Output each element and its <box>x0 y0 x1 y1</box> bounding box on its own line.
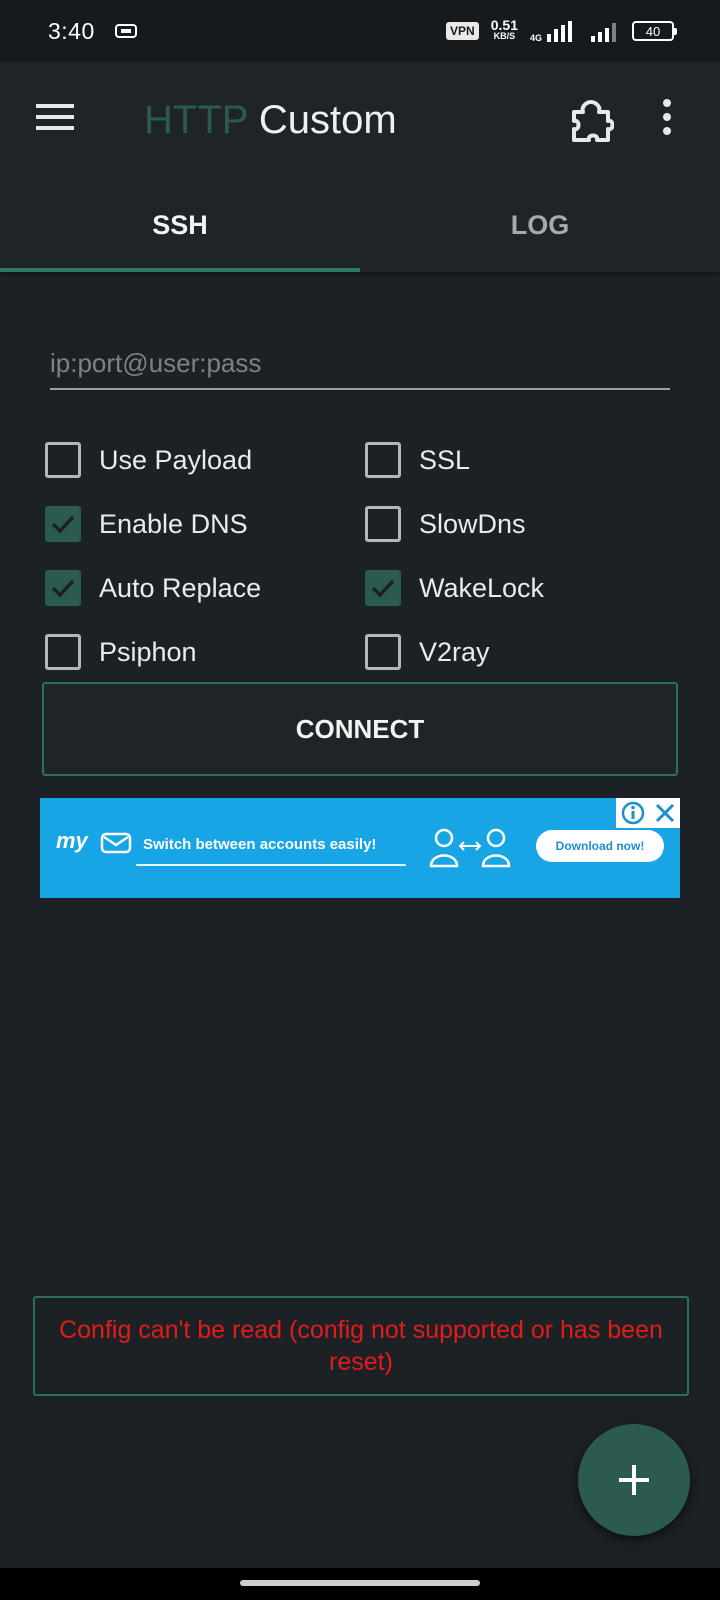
tab-ssh[interactable]: SSH <box>0 178 360 272</box>
home-gesture-handle[interactable] <box>240 1580 480 1586</box>
options-row: Psiphon V2ray <box>45 620 685 684</box>
close-icon[interactable] <box>654 802 676 824</box>
wakelock-checkbox[interactable] <box>365 570 401 606</box>
tab-indicator <box>0 268 360 272</box>
connect-button[interactable]: CONNECT <box>42 682 678 776</box>
use-payload-label: Use Payload <box>99 444 253 475</box>
menu-icon[interactable] <box>36 102 76 132</box>
tab-log[interactable]: LOG <box>360 178 720 272</box>
option-ssl[interactable]: SSL <box>365 442 685 478</box>
options-row: Auto Replace WakeLock <box>45 556 685 620</box>
options-grid: Use Payload SSL Enable DNS SlowDns Auto … <box>45 428 685 684</box>
option-slowdns[interactable]: SlowDns <box>365 506 685 542</box>
enable-dns-label: Enable DNS <box>99 508 248 539</box>
ad-controls <box>616 798 680 828</box>
ad-download-button[interactable]: Download now! <box>536 830 664 862</box>
switch-accounts-icon <box>429 828 511 868</box>
app-bar: HTTP Custom <box>0 62 720 178</box>
ad-underline <box>136 864 406 866</box>
speed-value: 0.51 <box>490 17 518 33</box>
option-auto-replace[interactable]: Auto Replace <box>45 570 365 606</box>
add-config-button[interactable] <box>578 1424 690 1536</box>
options-row: Use Payload SSL <box>45 428 685 492</box>
screen: 3:40 VPN 0.51 KB/S 4G 40 HTTP Custom SSH… <box>0 0 720 1600</box>
ad-logo: my <box>56 828 88 853</box>
status-time: 3:40 <box>48 17 95 44</box>
use-payload-checkbox[interactable] <box>45 442 81 478</box>
slowdns-checkbox[interactable] <box>365 506 401 542</box>
more-options-icon[interactable] <box>660 98 674 138</box>
ssl-checkbox[interactable] <box>365 442 401 478</box>
psiphon-label: Psiphon <box>99 636 197 667</box>
battery-icon: 40 <box>632 21 677 41</box>
check-icon <box>51 515 75 534</box>
signal-icon <box>547 21 572 42</box>
tab-bar: SSH LOG <box>0 178 720 272</box>
puzzle-icon[interactable] <box>568 98 614 144</box>
ad-banner[interactable]: my Switch between accounts easily! Downl… <box>40 798 680 898</box>
network-type: 4G <box>529 33 542 43</box>
cast-icon <box>114 24 137 38</box>
options-row: Enable DNS SlowDns <box>45 492 685 556</box>
app-title-accent: HTTP <box>144 98 248 142</box>
speed-unit: KB/S <box>493 31 516 41</box>
auto-replace-checkbox[interactable] <box>45 570 81 606</box>
option-enable-dns[interactable]: Enable DNS <box>45 506 365 542</box>
app-title: HTTP Custom <box>144 96 397 144</box>
signal-icon-secondary <box>591 23 616 42</box>
vpn-badge: VPN <box>446 22 479 40</box>
wakelock-label: WakeLock <box>419 572 545 603</box>
tab-log-label: LOG <box>510 209 570 240</box>
error-message: Config can't be read (config not support… <box>59 1316 663 1376</box>
auto-replace-label: Auto Replace <box>99 572 262 603</box>
v2ray-label: V2ray <box>419 636 490 667</box>
enable-dns-checkbox[interactable] <box>45 506 81 542</box>
mail-icon <box>100 832 132 854</box>
check-icon <box>51 579 75 598</box>
status-bar: 3:40 VPN 0.51 KB/S 4G 40 <box>0 0 720 62</box>
app-title-main: Custom <box>258 98 397 142</box>
option-psiphon[interactable]: Psiphon <box>45 634 365 670</box>
plus-icon <box>619 1465 649 1495</box>
error-message-box: Config can't be read (config not support… <box>33 1296 689 1396</box>
ad-text: Switch between accounts easily! <box>143 836 377 853</box>
info-icon[interactable] <box>621 801 645 825</box>
v2ray-checkbox[interactable] <box>365 634 401 670</box>
option-v2ray[interactable]: V2ray <box>365 634 685 670</box>
battery-level: 40 <box>645 23 661 39</box>
psiphon-checkbox[interactable] <box>45 634 81 670</box>
option-wakelock[interactable]: WakeLock <box>365 570 685 606</box>
check-icon <box>371 579 395 598</box>
ssl-label: SSL <box>419 444 471 475</box>
tab-ssh-label: SSH <box>152 209 208 240</box>
server-input[interactable] <box>50 338 670 390</box>
navigation-bar <box>0 1568 720 1600</box>
network-speed: 0.51 KB/S <box>490 17 518 42</box>
slowdns-label: SlowDns <box>419 508 526 539</box>
option-use-payload[interactable]: Use Payload <box>45 442 365 478</box>
